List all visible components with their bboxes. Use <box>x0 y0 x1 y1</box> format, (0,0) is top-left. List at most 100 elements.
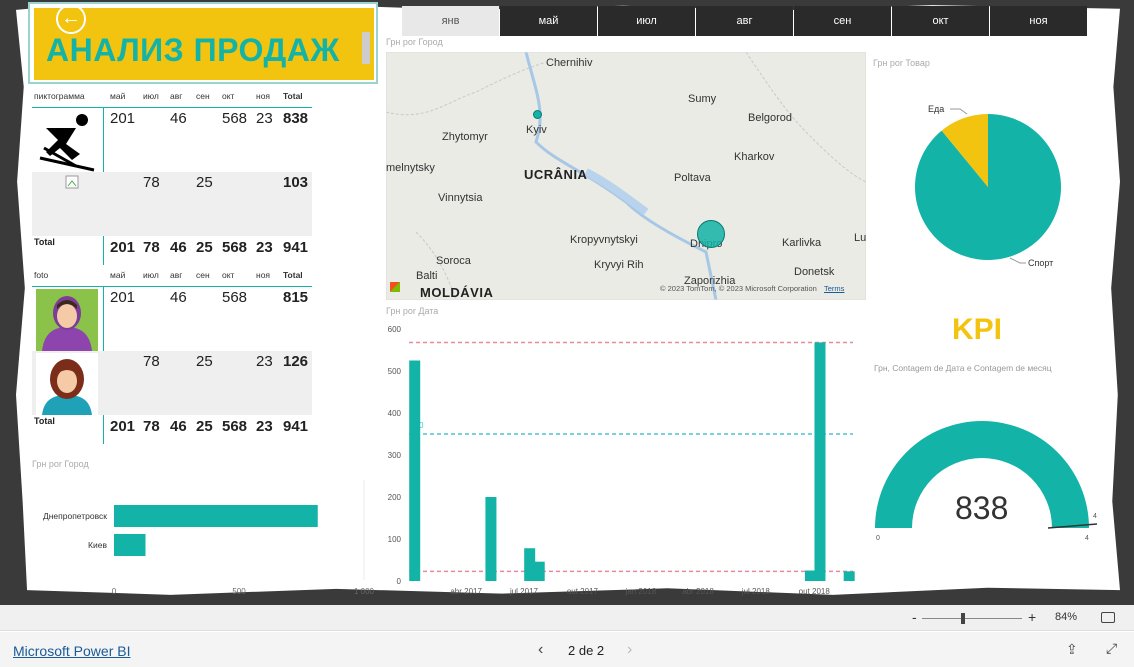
column-header: сен <box>196 270 210 280</box>
column-y-tick: 100 <box>388 535 402 544</box>
column-bar[interactable] <box>843 571 855 581</box>
column-bar[interactable] <box>814 342 826 581</box>
bar-chart[interactable]: Днепропетровск Киев 0 500 1 000 <box>28 470 378 600</box>
column-bar[interactable] <box>804 570 816 582</box>
back-arrow-icon[interactable]: ← <box>56 4 86 34</box>
row-total: 815 <box>283 289 309 306</box>
column-header: Total <box>283 270 303 280</box>
column-header: сен <box>196 91 210 101</box>
cell-value: 23 <box>256 110 273 127</box>
next-page-icon[interactable]: › <box>627 641 632 659</box>
footer-bar: Microsoft Power BI ‹ 2 de 2 › ⇪ ⤢ <box>0 632 1134 667</box>
column-header: foto <box>34 270 49 280</box>
grand-total: 941 <box>283 239 309 256</box>
city-label: Donetsk <box>794 266 835 278</box>
city-label: Zhytomyr <box>442 131 488 143</box>
cell-value: 201 <box>110 289 136 306</box>
cell-value: 23 <box>256 353 273 370</box>
kyiv-bubble[interactable] <box>533 110 542 119</box>
column-header: май <box>110 91 126 101</box>
cell-value: 201 <box>110 110 136 127</box>
total-label: Total <box>34 416 55 426</box>
tab-month[interactable]: ноя <box>990 6 1087 36</box>
city-label: Belgorod <box>748 112 793 124</box>
column-bar[interactable] <box>533 561 545 581</box>
total-label: Total <box>34 237 55 247</box>
gauge-max-label: 4 <box>1085 535 1089 542</box>
city-label: Vinnytsia <box>438 192 483 204</box>
kpi-subtitle: Грн, Contagem de Дата e Contagem de меся… <box>874 363 1052 373</box>
city-label: Balti <box>416 270 438 282</box>
tab-month[interactable]: июл <box>598 6 695 36</box>
total-value: 46 <box>170 418 187 435</box>
pie-chart[interactable]: Еда Спорт <box>870 70 1120 290</box>
power-bi-link[interactable]: Microsoft Power BI <box>13 643 130 659</box>
total-value: 568 <box>222 418 248 435</box>
city-label: Kharkov <box>734 151 775 163</box>
city-label: Karlivka <box>782 237 822 249</box>
zoom-in-button[interactable]: + <box>1028 609 1036 625</box>
column-x-tick: out 2017 <box>567 587 599 596</box>
zoom-level: 84% <box>1055 611 1078 623</box>
zoom-thumb[interactable] <box>961 613 965 624</box>
column-x-tick: jul 2018 <box>741 587 771 596</box>
column-header: окт <box>222 270 235 280</box>
bar-category-label: Днепропетровск <box>43 511 107 521</box>
broken-image-icon <box>36 174 98 236</box>
grand-total: 941 <box>283 418 309 435</box>
dnipro-bubble[interactable] <box>697 220 725 248</box>
column-header: Total <box>283 91 303 101</box>
cell-value: 25 <box>196 174 213 191</box>
pie-leader <box>1009 257 1026 264</box>
skier-icon <box>36 110 98 172</box>
total-value: 201 <box>110 418 136 435</box>
tab-month[interactable]: авг <box>696 6 793 36</box>
bar-x-tick: 0 <box>112 587 117 596</box>
title-accent-bar <box>362 32 370 64</box>
zoom-out-button[interactable]: - <box>912 609 917 625</box>
gauge-target-label: 4 <box>1093 513 1097 520</box>
prev-page-icon[interactable]: ‹ <box>538 641 543 659</box>
tab-month[interactable]: окт <box>892 6 989 36</box>
column-x-tick: abr 2018 <box>682 587 714 596</box>
column-header: май <box>110 270 126 280</box>
month-slicer: янв май июл авг сен окт ноя <box>402 6 1088 36</box>
border-line <box>386 61 547 116</box>
pie-label: Еда <box>928 104 944 114</box>
tab-month[interactable]: янв <box>402 6 499 36</box>
city-label: Kropyvnytskyi <box>570 234 638 246</box>
column-bar[interactable] <box>409 360 421 582</box>
column-header: июл <box>143 91 159 101</box>
column-header: авг <box>170 91 183 101</box>
column-chart[interactable]: 01002003004005006000abr 2017 jul 2017 out … <box>375 316 865 602</box>
city-label: Sumy <box>688 93 717 105</box>
map-terms-link[interactable]: Terms <box>824 284 844 293</box>
column-x-tick: jan 2018 <box>624 587 656 596</box>
column-header: авг <box>170 270 183 280</box>
column-x-tick: abr 2017 <box>450 587 482 596</box>
column-bar[interactable] <box>524 548 536 581</box>
column-x-tick: jul 2017 <box>509 587 539 596</box>
kpi-gauge[interactable] <box>868 410 1108 560</box>
zoom-bar: - + 84% <box>0 605 1134 631</box>
zoom-track[interactable] <box>922 618 1022 619</box>
cell-value: 78 <box>143 353 160 370</box>
column-y-tick: 600 <box>388 325 402 334</box>
map-copyright: © 2023 TomTom, © 2023 Microsoft Corporat… <box>660 284 817 293</box>
share-icon[interactable]: ⇪ <box>1066 641 1078 658</box>
map-title: Грн por Город <box>386 37 443 47</box>
row-total: 126 <box>283 353 309 370</box>
map-visual[interactable]: Chernihiv Sumy Kyiv Zhytomyr Belgorod Kh… <box>386 52 866 300</box>
bar[interactable] <box>114 534 146 556</box>
tab-month[interactable]: май <box>500 6 597 36</box>
pie-title: Грн por Товар <box>873 58 930 68</box>
column-bar[interactable] <box>485 497 497 581</box>
fit-to-page-icon[interactable] <box>1101 612 1115 623</box>
total-value: 25 <box>196 239 213 256</box>
city-label: Chernihiv <box>546 57 593 69</box>
fullscreen-icon[interactable]: ⤢ <box>1106 640 1117 657</box>
tab-month[interactable]: сен <box>794 6 891 36</box>
column-y-tick: 300 <box>388 451 402 460</box>
bar[interactable] <box>114 505 318 527</box>
column-header: пиктограмма <box>34 91 85 101</box>
